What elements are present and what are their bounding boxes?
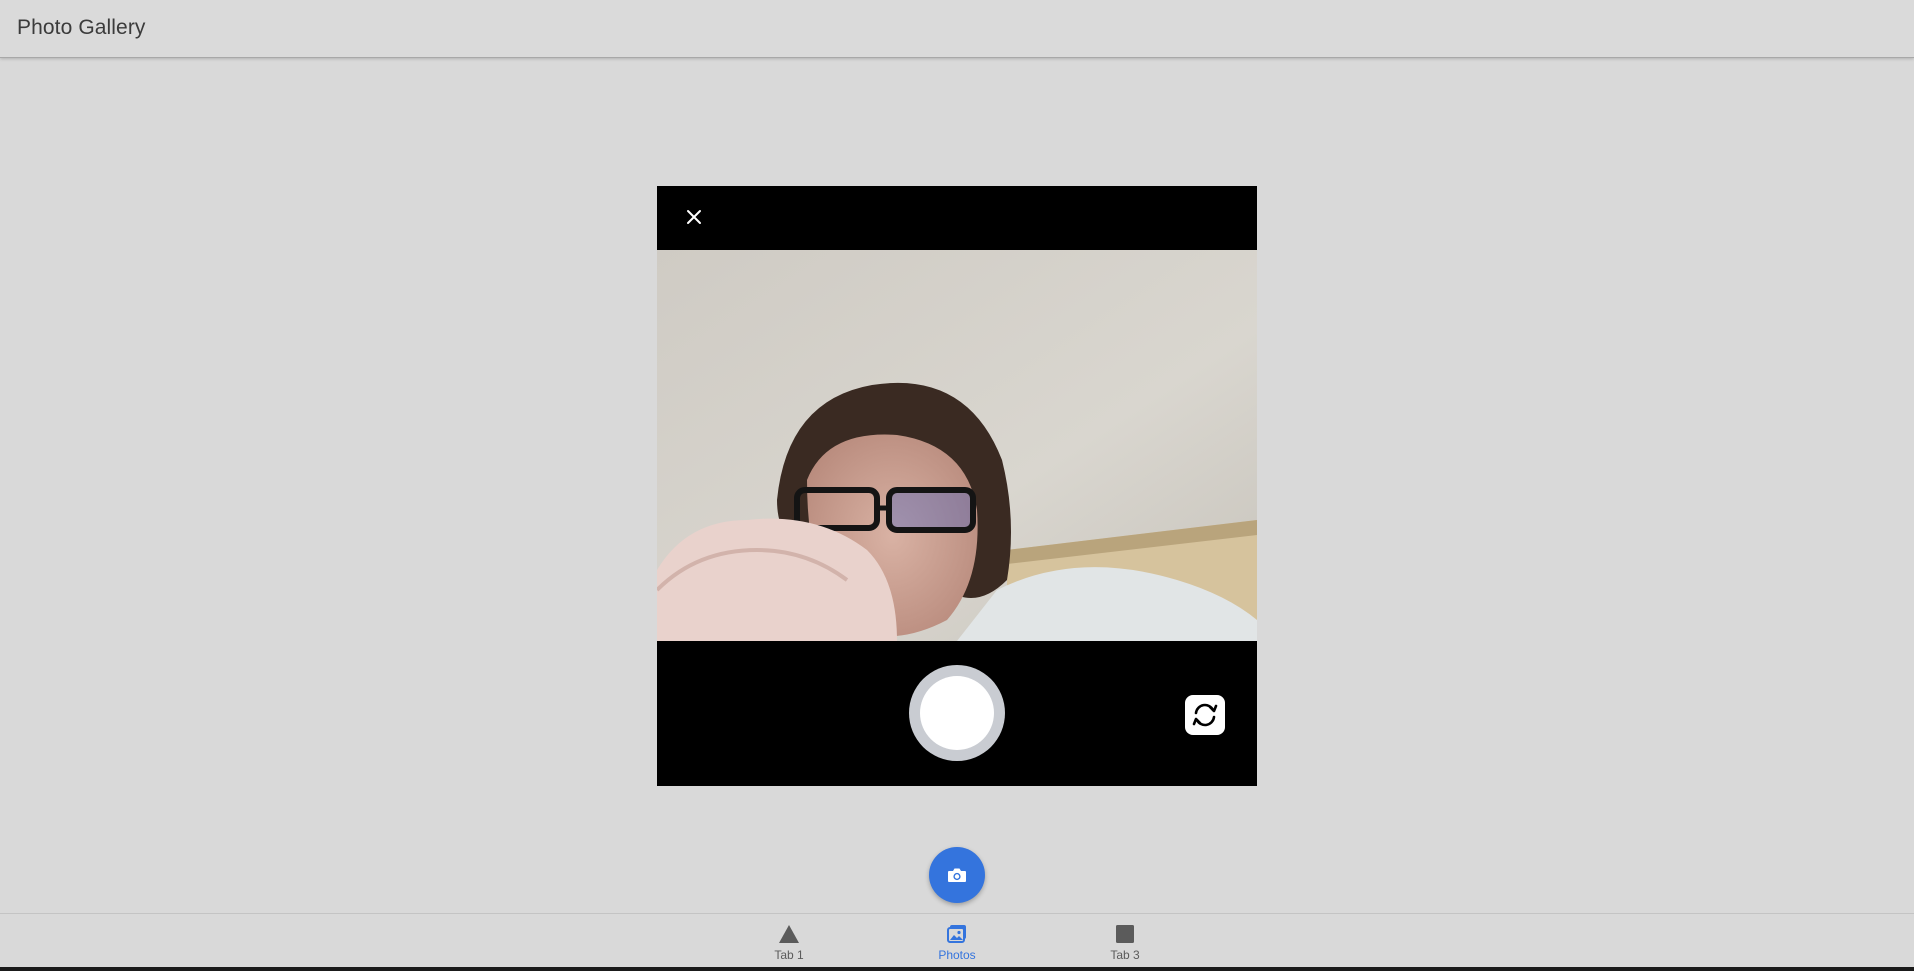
page-title: Photo Gallery [17,16,146,39]
flip-camera-button[interactable] [1185,695,1225,735]
camera-modal [657,186,1257,786]
camera-preview [657,250,1257,641]
tab-label: Tab 3 [1110,948,1140,962]
tab-tab3[interactable]: Tab 3 [1065,914,1185,970]
shutter-inner [920,676,994,750]
tab-bar: Tab 1 Photos Tab 3 [0,913,1914,971]
images-icon [947,925,966,943]
tab-label: Tab 1 [774,948,804,962]
camera-icon [948,868,966,882]
app-header: Photo Gallery [0,0,1914,58]
tab-tab1[interactable]: Tab 1 [729,914,849,970]
triangle-icon [779,925,799,943]
camera-feed-image [657,250,1257,641]
close-button[interactable] [681,204,707,230]
tab-label: Photos [938,948,976,962]
window-bottom-edge [0,967,1914,971]
camera-reverse-icon [1192,703,1218,727]
shutter-button[interactable] [909,665,1005,761]
take-photo-fab[interactable] [929,847,985,903]
tab-photos[interactable]: Photos [897,914,1017,970]
close-icon [687,210,701,224]
square-icon [1116,925,1134,943]
